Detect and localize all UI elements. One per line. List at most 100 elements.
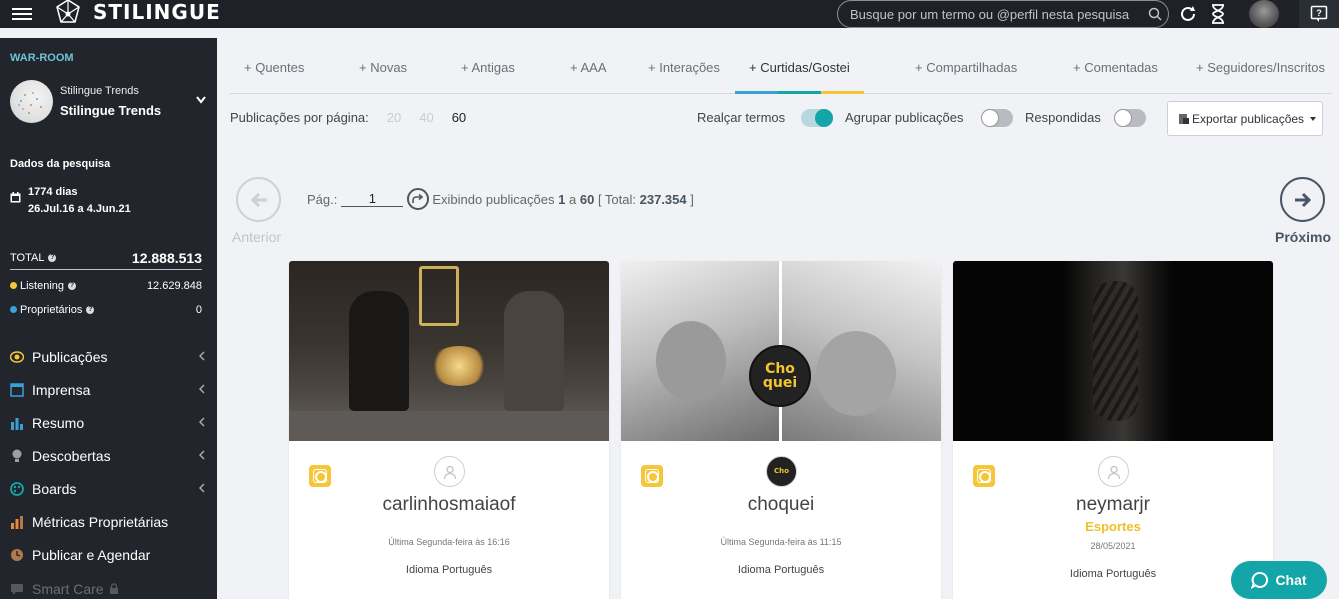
sidebar-item-label: Imprensa xyxy=(32,382,91,398)
instagram-icon xyxy=(973,465,995,487)
arrow-left-icon xyxy=(250,192,267,207)
profile-avatar-icon[interactable] xyxy=(1098,456,1129,487)
showing-label: Exibindo publicações xyxy=(432,191,555,207)
tab-aaa[interactable]: + AAA xyxy=(570,42,607,92)
sidebar-item-smart-care[interactable]: Smart Care xyxy=(10,578,205,599)
card-author-name[interactable]: choquei xyxy=(621,494,941,516)
answered-toggle[interactable] xyxy=(1114,109,1146,127)
proprietarios-value: 0 xyxy=(195,304,202,316)
post-image[interactable] xyxy=(289,261,609,441)
proprietarios-dot xyxy=(10,306,17,313)
profile-avatar-icon[interactable]: Cho xyxy=(766,456,797,487)
per-page-option-60[interactable]: 60 xyxy=(452,110,466,125)
sidebar-item-label: Boards xyxy=(32,481,77,497)
export-file-icon xyxy=(1179,113,1189,124)
publication-card[interactable]: Cho quei Cho choquei Última Segunda-feir… xyxy=(621,261,941,599)
sort-tabs: + Quentes + Novas + Antigas + AAA + Inte… xyxy=(230,42,1332,94)
export-label: Exportar publicações xyxy=(1192,111,1305,126)
sidebar-item-boards[interactable]: Boards xyxy=(10,478,205,500)
range-sep: a xyxy=(568,191,577,207)
sidebar-item-publicacoes[interactable]: Publicações xyxy=(10,346,205,368)
tab-quentes[interactable]: + Quentes xyxy=(244,42,304,92)
sidebar-item-label: Smart Care xyxy=(32,581,104,597)
tab-label: + Seguidores/Inscritos xyxy=(1196,59,1325,75)
chat-label: Chat xyxy=(1275,572,1307,588)
help-icon[interactable]: ? xyxy=(68,282,77,291)
profile-title: Stilingue Trends xyxy=(60,102,162,118)
tab-label: + Comentadas xyxy=(1073,59,1158,75)
listening-value: 12.629.848 xyxy=(146,280,202,292)
group-publications-toggle[interactable] xyxy=(981,109,1013,127)
per-page-option-40[interactable]: 40 xyxy=(419,110,433,125)
top-bar: STILINGUE ? xyxy=(0,0,1339,28)
answered-label: Respondidas xyxy=(1025,110,1101,125)
card-author-name[interactable]: neymarjr xyxy=(953,494,1273,516)
pagination-bar: Pág.: Exibindo publicações 1 a 60 [ Tota… xyxy=(307,188,694,210)
search-input[interactable] xyxy=(838,6,1142,22)
export-publications-button[interactable]: Exportar publicações xyxy=(1167,101,1323,136)
search-profile-selector[interactable]: Stilingue Trends Stilingue Trends xyxy=(10,78,210,124)
calendar-icon xyxy=(10,192,21,203)
brand-name: STILINGUE xyxy=(93,0,221,24)
tab-label: + Novas xyxy=(359,59,408,75)
go-page-icon[interactable] xyxy=(407,188,430,210)
sidebar-item-imprensa[interactable]: Imprensa xyxy=(10,379,205,401)
sidebar-item-metricas-proprietarias[interactable]: Métricas Proprietárias xyxy=(10,511,205,533)
help-icon[interactable]: ? xyxy=(1299,0,1339,28)
publication-card[interactable]: neymarjr Esportes 28/05/2021 Idioma Port… xyxy=(953,261,1273,599)
search-box xyxy=(837,0,1169,28)
tab-novas[interactable]: + Novas xyxy=(359,42,407,92)
previous-page-button[interactable] xyxy=(236,177,281,222)
next-page-label[interactable]: Próximo xyxy=(1275,229,1331,245)
tab-antigas[interactable]: + Antigas xyxy=(461,42,515,92)
post-image[interactable]: Cho quei xyxy=(621,261,941,441)
tab-interacoes[interactable]: + Interações xyxy=(648,42,720,92)
clock-icon xyxy=(10,548,24,562)
card-date: 28/05/2021 xyxy=(1090,541,1136,551)
logo[interactable]: STILINGUE xyxy=(55,0,221,26)
refresh-icon[interactable] xyxy=(1177,3,1199,25)
total-label: TOTAL xyxy=(10,251,45,264)
svg-text:?: ? xyxy=(1316,8,1322,18)
logo-mark-icon xyxy=(56,0,80,23)
sidebar-item-publicar-agendar[interactable]: Publicar e Agendar xyxy=(10,544,205,566)
chevron-left-icon xyxy=(199,351,205,361)
chat-icon xyxy=(1251,571,1269,589)
hourglass-icon[interactable] xyxy=(1207,3,1229,25)
sidebar-item-label: Descobertas xyxy=(32,448,111,464)
choquei-logo-text: quei xyxy=(762,375,798,391)
per-page-option-20[interactable]: 20 xyxy=(387,110,401,125)
menu-icon[interactable] xyxy=(12,5,32,21)
highlight-terms-toggle[interactable] xyxy=(801,109,833,127)
post-image[interactable] xyxy=(953,261,1273,441)
sidebar-item-label: Publicações xyxy=(32,349,108,365)
sidebar: WAR-ROOM Stilingue Trends Stilingue Tren… xyxy=(0,38,217,599)
chevron-down-icon[interactable] xyxy=(196,96,206,104)
card-author-name[interactable]: carlinhosmaiaof xyxy=(289,494,609,516)
lock-icon xyxy=(109,583,118,594)
sidebar-item-resumo[interactable]: Resumo xyxy=(10,412,205,434)
range-to: 60 xyxy=(579,191,595,207)
chevron-left-icon xyxy=(199,384,205,394)
tab-compartilhadas[interactable]: + Compartilhadas xyxy=(915,42,1017,92)
previous-page-label[interactable]: Anterior xyxy=(232,229,281,245)
help-icon[interactable]: ? xyxy=(48,253,57,262)
tab-curtidas-gostei[interactable]: + Curtidas/Gostei xyxy=(735,42,864,94)
page-input[interactable] xyxy=(341,191,404,207)
listening-row: Listening? 12.629.848 xyxy=(10,280,202,292)
next-page-button[interactable] xyxy=(1280,177,1325,222)
publication-card[interactable]: carlinhosmaiaof Última Segunda-feira às … xyxy=(289,261,609,599)
user-avatar[interactable] xyxy=(1249,0,1279,28)
profile-avatar-icon[interactable] xyxy=(434,456,465,487)
sidebar-item-label: Publicar e Agendar xyxy=(32,547,151,563)
bulb-icon xyxy=(10,449,24,463)
tab-seguidores-inscritos[interactable]: + Seguidores/Inscritos xyxy=(1196,42,1325,92)
search-icon[interactable] xyxy=(1142,1,1168,27)
sidebar-item-descobertas[interactable]: Descobertas xyxy=(10,445,205,467)
metrics-icon xyxy=(10,515,24,529)
tab-comentadas[interactable]: + Comentadas xyxy=(1073,42,1158,92)
caret-down-icon xyxy=(1310,116,1317,121)
choquei-logo-text: Cho xyxy=(765,361,795,377)
chat-button[interactable]: Chat xyxy=(1231,561,1327,599)
help-icon[interactable]: ? xyxy=(86,306,95,315)
